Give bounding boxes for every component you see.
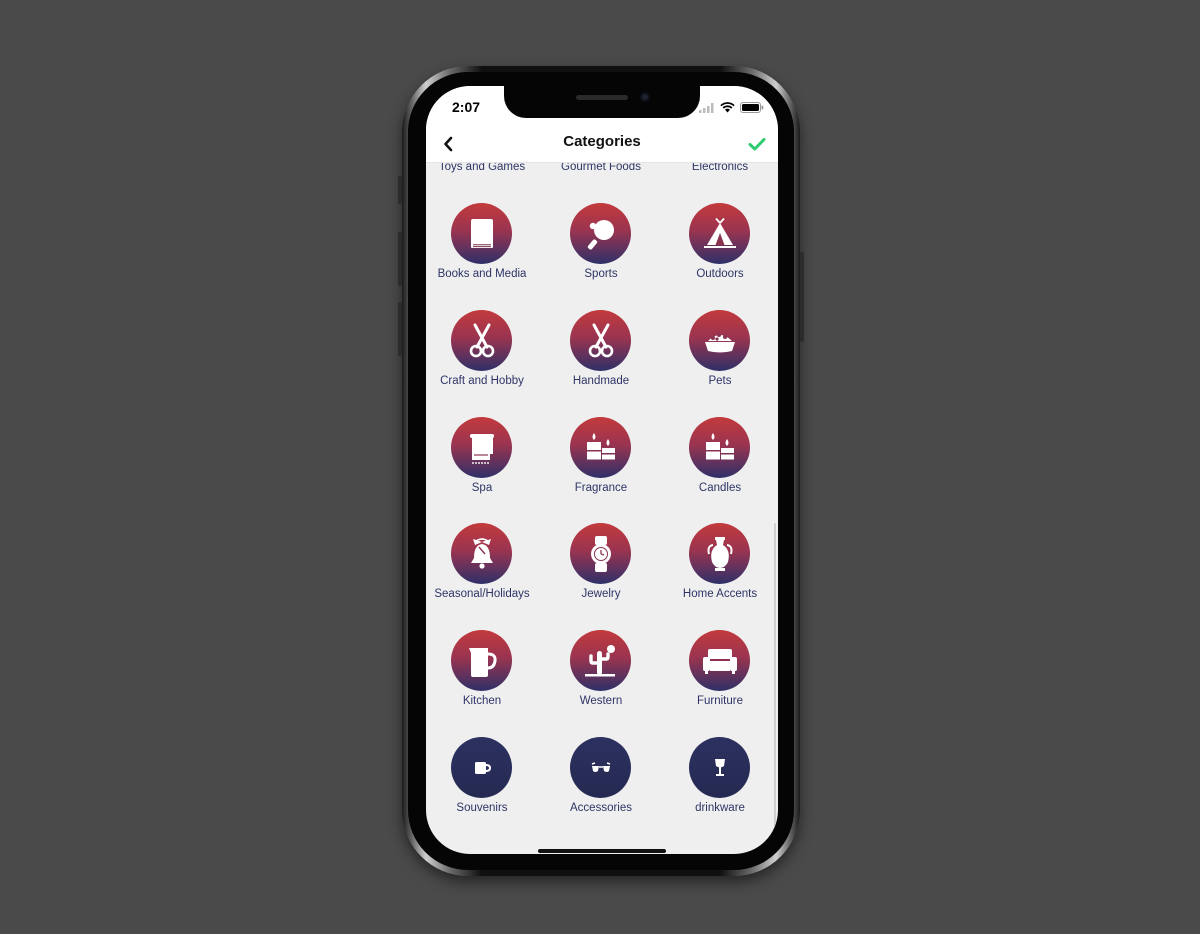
vase-icon [707,536,732,571]
bell-icon [470,537,493,569]
category-seasonal-holidays[interactable]: Seasonal/Holidays [426,523,541,613]
armchair-icon [702,648,737,674]
category-circle [451,203,512,264]
volume-up-button [398,232,402,286]
pitcher-icon [468,647,497,677]
page-title: Categories [563,133,641,150]
category-circle [689,203,750,264]
battery-icon [740,100,764,118]
category-circle [570,310,631,371]
category-jewelry[interactable]: Jewelry [542,523,660,613]
category-label: Handmade [572,375,630,387]
watch-icon [590,535,611,572]
sunglasses-icon [591,761,610,772]
categories-scroll-area[interactable]: Toys and Games Gourmet Foods Electronics… [426,163,778,854]
scissors-icon [469,323,494,357]
category-label: Souvenirs [456,802,508,814]
ping-pong-icon [587,219,614,250]
silent-switch [398,176,402,204]
category-outdoors[interactable]: Outdoors [661,203,778,293]
category-label: Seasonal/Holidays [434,588,530,600]
towel-icon [469,433,494,464]
category-circle [570,523,631,584]
category-kitchen[interactable]: Kitchen [426,630,541,720]
category-label: Candles [698,482,742,494]
speaker-grille [576,95,628,100]
category-label: Western [579,695,623,707]
category-souvenirs[interactable]: Souvenirs [426,737,541,827]
candles-icon [705,432,734,459]
category-label[interactable]: Toys and Games [426,163,541,173]
category-label: Sports [584,268,618,280]
category-circle [570,737,631,798]
category-furniture[interactable]: Furniture [661,630,778,720]
home-indicator[interactable] [538,849,666,853]
category-label: Jewelry [581,588,621,600]
category-books-and-media[interactable]: Books and Media [426,203,541,293]
category-circle [451,417,512,478]
wifi-icon [720,100,735,118]
scissors-icon [588,323,613,357]
category-circle [689,417,750,478]
category-circle [689,630,750,691]
signal-icon [699,100,715,118]
category-label: Pets [708,375,732,387]
category-candles[interactable]: Candles [661,417,778,507]
category-label: Craft and Hobby [440,375,524,387]
status-time: 2:07 [452,99,481,115]
category-home-accents[interactable]: Home Accents [661,523,778,613]
scrollbar[interactable] [774,523,776,854]
category-circle [570,630,631,691]
category-circle [570,417,631,478]
category-accessories[interactable]: Accessories [542,737,660,827]
wine-glass-icon [714,758,725,776]
category-label: Outdoors [696,268,744,280]
category-sports[interactable]: Sports [542,203,660,293]
category-circle [689,523,750,584]
book-icon [470,218,493,248]
category-circle [451,737,512,798]
category-label: Books and Media [437,268,527,280]
navigation-bar: Categories [426,126,778,163]
category-label[interactable]: Gourmet Foods [542,163,660,173]
tent-icon [703,217,736,248]
partial-category-row: Toys and Games Gourmet Foods Electronics [426,163,778,175]
category-label: Furniture [696,695,744,707]
category-pets[interactable]: Pets [661,310,778,400]
mug-icon [474,761,491,774]
category-label[interactable]: Electronics [661,163,778,173]
category-label: Kitchen [462,695,502,707]
volume-down-button [398,302,402,356]
cactus-icon [584,644,615,676]
power-button [800,252,804,342]
category-circle [451,523,512,584]
category-circle [689,310,750,371]
category-circle [689,737,750,798]
category-label: Home Accents [682,588,758,600]
screen: 2:07 Categories Toys and Games Gourmet F… [426,86,778,854]
category-western[interactable]: Western [542,630,660,720]
pet-bowl-icon [704,332,735,352]
category-label: Fragrance [574,482,628,494]
status-icons [699,100,764,118]
category-fragrance[interactable]: Fragrance [542,417,660,507]
confirm-button[interactable] [746,133,768,155]
category-circle [570,203,631,264]
category-label: Spa [471,482,493,494]
category-craft-and-hobby[interactable]: Craft and Hobby [426,310,541,400]
category-drinkware[interactable]: drinkware [661,737,778,827]
category-circle [451,630,512,691]
category-label: Accessories [570,802,632,814]
category-spa[interactable]: Spa [426,417,541,507]
checkmark-icon [748,138,766,151]
category-label: drinkware [695,802,745,814]
category-handmade[interactable]: Handmade [542,310,660,400]
front-camera [640,92,650,102]
candles-icon [586,432,615,459]
category-circle [451,310,512,371]
notch [504,86,700,118]
